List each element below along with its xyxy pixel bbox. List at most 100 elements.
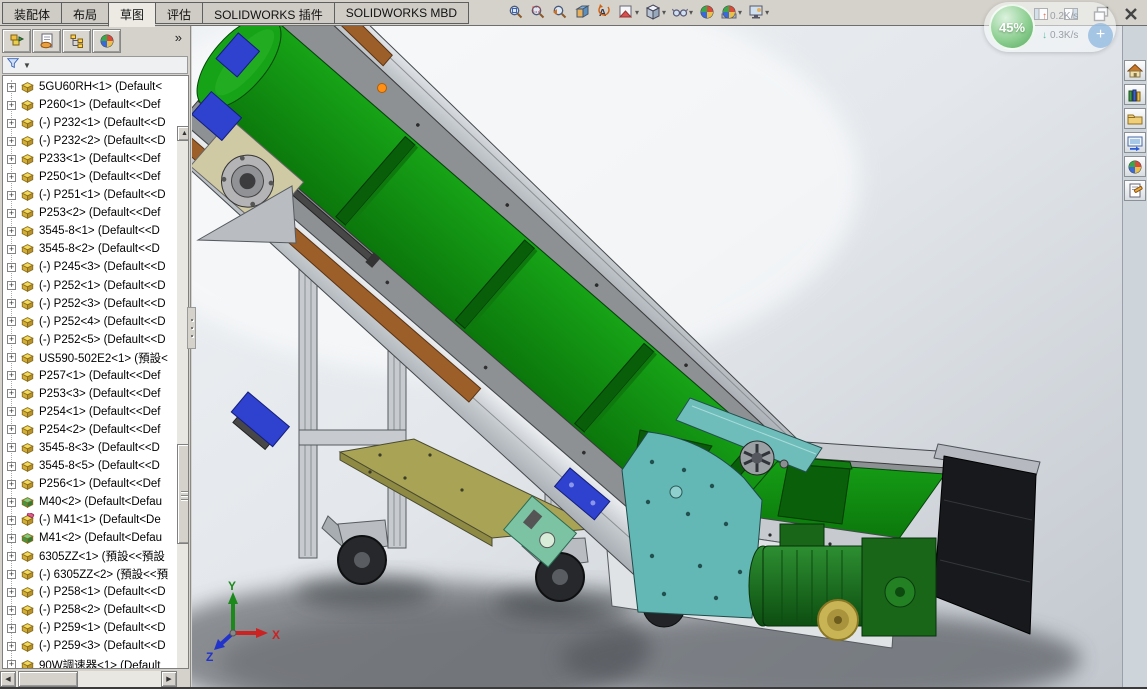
tree-item[interactable]: + M40<2> (Default<Defau	[3, 493, 188, 511]
expand-toggle[interactable]: +	[7, 605, 16, 615]
tree-item[interactable]: + P254<1> (Default<<Def	[3, 403, 188, 421]
expand-toggle[interactable]: +	[7, 244, 16, 254]
expand-toggle[interactable]: +	[7, 515, 16, 525]
tree-filter-bar[interactable]: ▼	[2, 56, 188, 74]
expand-toggle[interactable]: +	[7, 82, 16, 92]
file-explorer-tab[interactable]	[1124, 108, 1146, 129]
tree-item[interactable]: +3545-8<2> (Default<<D	[3, 240, 188, 258]
expand-toggle[interactable]: +	[7, 497, 16, 507]
tree-item[interactable]: +90W調速器<1> (Default	[3, 656, 188, 668]
scroll-left-button[interactable]: ◀	[0, 671, 16, 687]
scroll-up-button[interactable]: ▲	[177, 126, 188, 141]
expand-toggle[interactable]: +	[7, 425, 16, 435]
filter-funnel-icon[interactable]	[6, 56, 20, 75]
view-settings-icon[interactable]: ▾	[745, 3, 772, 21]
hide-show-items-icon[interactable]: ▾	[669, 3, 696, 21]
tree-item[interactable]: + (-) M41<1> (Default<De	[3, 511, 188, 529]
progress-ball[interactable]: 45%	[989, 4, 1035, 50]
expand-toggle[interactable]: +	[7, 407, 16, 417]
expand-toggle[interactable]: +	[7, 226, 16, 236]
tree-item[interactable]: + (-) P252<5> (Default<<D	[3, 331, 188, 349]
expand-toggle[interactable]: +	[7, 353, 16, 363]
tree-item[interactable]: + (-) P245<3> (Default<<D	[3, 258, 188, 276]
tree-item[interactable]: + (-) P259<3> (Default<<D	[3, 637, 188, 655]
section-view-icon[interactable]	[571, 3, 593, 21]
expand-toggle[interactable]: +	[7, 641, 16, 651]
expand-toggle[interactable]: +	[7, 533, 16, 543]
tree-item[interactable]: + (-) P259<1> (Default<<D	[3, 619, 188, 637]
dropdown-caret[interactable]: ▾	[689, 8, 693, 17]
command-tab[interactable]: 草图	[108, 2, 156, 27]
expand-toggle[interactable]: +	[7, 100, 16, 110]
dropdown-caret[interactable]: ▾	[738, 8, 742, 17]
tree-item[interactable]: +3545-8<3> (Default<<D	[3, 439, 188, 457]
expand-toggle[interactable]: +	[7, 317, 16, 327]
expand-toggle[interactable]: +	[7, 461, 16, 471]
expand-toggle[interactable]: +	[7, 335, 16, 345]
tree-item[interactable]: + (-) P252<1> (Default<<D	[3, 277, 188, 295]
tree-horizontal-scrollbar[interactable]: ◀ ▶	[0, 671, 177, 687]
expand-toggle[interactable]: +	[7, 443, 16, 453]
tree-item[interactable]: + (-) P251<1> (Default<<D	[3, 186, 188, 204]
feature-manager-tree-tab[interactable]	[2, 29, 31, 53]
tree-item[interactable]: + M41<2> (Default<Defau	[3, 529, 188, 547]
tree-item[interactable]: +3545-8<1> (Default<<D	[3, 222, 188, 240]
expand-toggle[interactable]: +	[7, 389, 16, 399]
accelerator-overlay-widget[interactable]: 45% ↑ 0.2K/s ↓ 0.3K/s +	[984, 2, 1116, 52]
zoom-fit-icon[interactable]	[505, 3, 527, 21]
expand-toggle[interactable]: +	[7, 190, 16, 200]
expand-toggle[interactable]: +	[7, 587, 16, 597]
command-tab[interactable]: 布局	[61, 2, 109, 24]
expand-toggle[interactable]: +	[7, 136, 16, 146]
tree-item[interactable]: + (-) P232<2> (Default<<D	[3, 132, 188, 150]
panel-splitter[interactable]	[187, 307, 196, 349]
tree-item[interactable]: + P250<1> (Default<<Def	[3, 168, 188, 186]
display-style-icon[interactable]: ▾	[615, 3, 642, 21]
close-icon[interactable]	[1121, 5, 1141, 23]
expand-toggle[interactable]: +	[7, 569, 16, 579]
tree-item[interactable]: + (-) P252<4> (Default<<D	[3, 313, 188, 331]
previous-view-icon[interactable]	[549, 3, 571, 21]
add-task-button[interactable]: +	[1088, 23, 1113, 48]
expand-toggle[interactable]: +	[7, 208, 16, 218]
dropdown-caret[interactable]: ▾	[635, 8, 639, 17]
display-manager-tab[interactable]	[92, 29, 121, 53]
expand-toggle[interactable]: +	[7, 660, 16, 668]
edit-appearance-icon[interactable]	[696, 3, 718, 21]
tree-item[interactable]: + (-) 6305ZZ<2> (預設<<預	[3, 565, 188, 583]
expand-toggle[interactable]: +	[7, 623, 16, 633]
tree-vertical-scrollbar[interactable]: ▲ ▼	[177, 126, 188, 668]
tree-item[interactable]: +6305ZZ<1> (預設<<預設	[3, 547, 188, 565]
expand-toggle[interactable]: +	[7, 118, 16, 128]
tree-item[interactable]: + (-) P232<1> (Default<<D	[3, 114, 188, 132]
zoom-area-icon[interactable]	[527, 3, 549, 21]
tree-item[interactable]: + US590-502E2<1> (預設<	[3, 349, 188, 367]
dropdown-caret[interactable]: ▾	[662, 8, 666, 17]
solidworks-resources-tab[interactable]	[1124, 60, 1146, 81]
scroll-right-button[interactable]: ▶	[161, 671, 177, 687]
tree-item[interactable]: + P254<2> (Default<<Def	[3, 421, 188, 439]
design-library-tab[interactable]	[1124, 84, 1146, 105]
expand-toggle[interactable]: +	[7, 551, 16, 561]
appearances-scenes-tab[interactable]	[1124, 156, 1146, 177]
command-tab[interactable]: SOLIDWORKS MBD	[333, 2, 470, 24]
view-palette-tab[interactable]	[1124, 132, 1146, 153]
tree-item[interactable]: +5GU60RH<1> (Default<	[3, 78, 188, 96]
tree-item[interactable]: + P233<1> (Default<<Def	[3, 150, 188, 168]
expand-toggle[interactable]: +	[7, 281, 16, 291]
tree-item[interactable]: + (-) P252<3> (Default<<D	[3, 295, 188, 313]
expand-toggle[interactable]: +	[7, 262, 16, 272]
property-manager-tab[interactable]	[32, 29, 61, 53]
expand-toggle[interactable]: +	[7, 479, 16, 489]
custom-properties-tab[interactable]	[1124, 180, 1146, 201]
filter-dropdown-caret[interactable]: ▼	[23, 61, 31, 70]
command-tab[interactable]: 评估	[155, 2, 203, 24]
tree-item[interactable]: + P253<2> (Default<<Def	[3, 204, 188, 222]
tree-item[interactable]: + P253<3> (Default<<Def	[3, 385, 188, 403]
expand-toggle[interactable]: +	[7, 371, 16, 381]
rotate-view-icon[interactable]: A	[593, 3, 615, 21]
expand-toggle[interactable]: +	[7, 299, 16, 309]
apply-scene-icon[interactable]: ▾	[718, 3, 745, 21]
panel-overflow-button[interactable]: »	[175, 30, 182, 45]
command-tab[interactable]: 装配体	[2, 2, 62, 24]
